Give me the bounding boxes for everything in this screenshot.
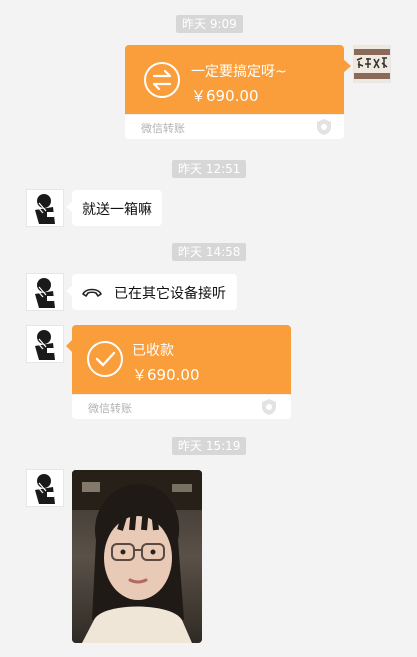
call-status-text: 已在其它设备接听 xyxy=(114,286,226,302)
contact-avatar-image xyxy=(27,274,63,310)
transfer-card[interactable]: 已收款 ￥690.00 微信转账 xyxy=(72,325,291,419)
contact-avatar-image xyxy=(27,190,63,226)
transfer-arrows-icon xyxy=(144,62,180,98)
transfer-card-header: 一定要搞定呀~ ￥690.00 xyxy=(125,45,344,117)
transfer-card[interactable]: 一定要搞定呀~ ￥690.00 微信转账 xyxy=(125,45,344,139)
message-transfer-sent[interactable]: 一定要搞定呀~ ￥690.00 微信转账 xyxy=(125,45,351,139)
contact-avatar-image xyxy=(27,470,63,506)
message-text[interactable]: 就送一箱嘛 xyxy=(72,190,162,226)
bubble-tail xyxy=(343,59,351,73)
check-circle-icon xyxy=(87,341,123,377)
transfer-card-header: 已收款 ￥690.00 xyxy=(72,325,291,397)
message-transfer-received[interactable]: 已收款 ￥690.00 微信转账 xyxy=(66,325,291,419)
transfer-label: 微信转账 xyxy=(88,402,132,415)
timestamp: 昨天 15:19 xyxy=(172,437,247,455)
transfer-title: 已收款 xyxy=(132,343,174,359)
shield-icon xyxy=(262,399,276,415)
transfer-amount: ￥690.00 xyxy=(191,87,259,105)
calligraphy-avatar-image xyxy=(354,46,390,82)
message-text-content: 就送一箱嘛 xyxy=(82,202,152,218)
shield-icon xyxy=(317,119,331,135)
transfer-label: 微信转账 xyxy=(141,122,185,135)
message-photo[interactable] xyxy=(72,470,202,643)
transfer-title: 一定要搞定呀~ xyxy=(191,64,287,80)
avatar-contact[interactable] xyxy=(26,469,64,507)
transfer-card-footer: 微信转账 xyxy=(125,114,344,139)
avatar-contact[interactable] xyxy=(26,273,64,311)
transfer-card-footer: 微信转账 xyxy=(72,394,291,419)
selfie-photo xyxy=(72,470,202,643)
timestamp: 昨天 9:09 xyxy=(176,15,243,33)
timestamp: 昨天 14:58 xyxy=(172,243,247,261)
avatar-self[interactable] xyxy=(353,45,391,83)
transfer-amount: ￥690.00 xyxy=(132,366,200,384)
avatar-contact[interactable] xyxy=(26,189,64,227)
timestamp: 昨天 12:51 xyxy=(172,160,247,178)
avatar-contact[interactable] xyxy=(26,325,64,363)
message-call[interactable]: 已在其它设备接听 xyxy=(72,274,237,310)
contact-avatar-image xyxy=(27,326,63,362)
phone-hangup-icon xyxy=(82,288,102,297)
